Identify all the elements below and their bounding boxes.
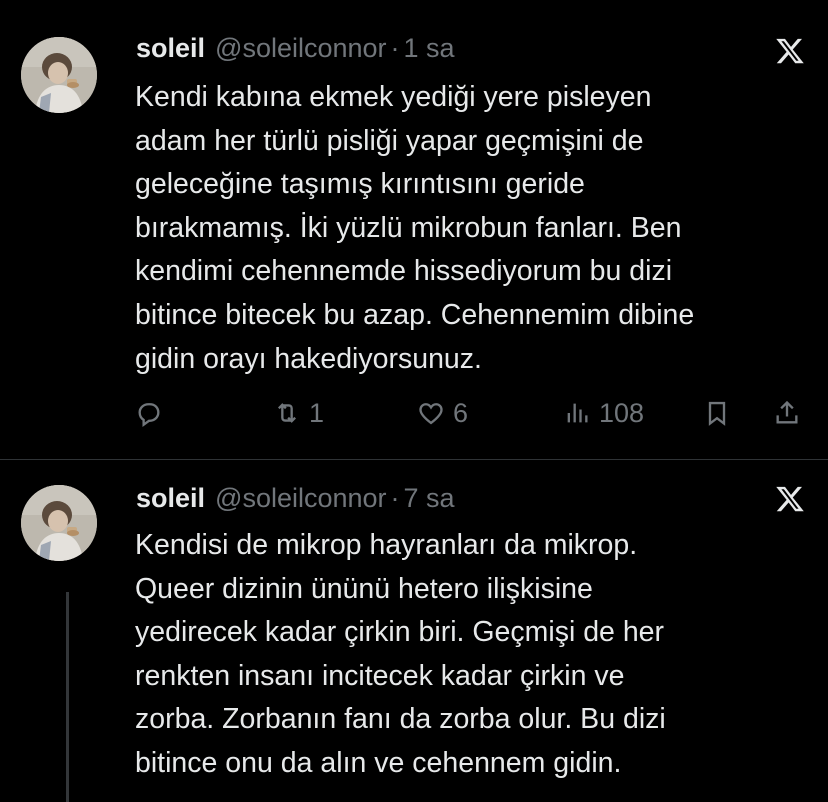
bookmark-icon xyxy=(708,401,726,426)
timestamp[interactable]: 7 sa xyxy=(404,483,455,514)
like-count: 6 xyxy=(453,397,469,428)
retweet-count: 1 xyxy=(309,397,325,428)
separator: · xyxy=(390,482,400,513)
separator: · xyxy=(390,32,400,63)
timestamp[interactable]: 1 sa xyxy=(404,33,455,64)
avatar[interactable] xyxy=(21,485,97,561)
tweet-actions: 1 6 108 xyxy=(135,391,815,435)
avatar-image xyxy=(21,37,97,113)
tweet-header: soleil @soleilconnor · 7 sa xyxy=(136,481,455,515)
avatar-image xyxy=(21,485,97,561)
retweet-icon xyxy=(278,403,296,423)
views-icon xyxy=(567,403,588,423)
bookmark-button[interactable] xyxy=(703,391,731,435)
display-name[interactable]: soleil xyxy=(136,483,205,514)
thread-line xyxy=(66,592,69,802)
views-count: 108 xyxy=(599,397,645,428)
reply-button[interactable] xyxy=(135,391,171,435)
x-logo-icon[interactable] xyxy=(774,36,806,66)
share-button[interactable] xyxy=(773,391,801,435)
tweet-text: Kendisi de mikrop hayranları da mikrop. … xyxy=(135,529,666,779)
display-name[interactable]: soleil xyxy=(136,33,205,64)
tweet[interactable]: soleil @soleilconnor · 1 sa Kendi kabına… xyxy=(0,0,828,460)
share-icon xyxy=(776,400,798,424)
like-button[interactable]: 6 xyxy=(417,391,468,435)
avatar[interactable] xyxy=(21,37,97,113)
reply-icon xyxy=(138,403,160,427)
user-handle[interactable]: @soleilconnor xyxy=(215,33,387,64)
tweet[interactable]: soleil @soleilconnor · 7 sa Kendisi de m… xyxy=(0,460,828,802)
tweet-header: soleil @soleilconnor · 1 sa xyxy=(136,31,455,65)
user-handle[interactable]: @soleilconnor xyxy=(215,483,387,514)
tweet-text: Kendi kabına ekmek yediği yere pisleyen … xyxy=(135,81,695,375)
retweet-button[interactable]: 1 xyxy=(273,391,324,435)
x-logo-icon[interactable] xyxy=(774,484,806,514)
like-icon xyxy=(419,403,443,425)
views-button[interactable]: 108 xyxy=(563,391,644,435)
